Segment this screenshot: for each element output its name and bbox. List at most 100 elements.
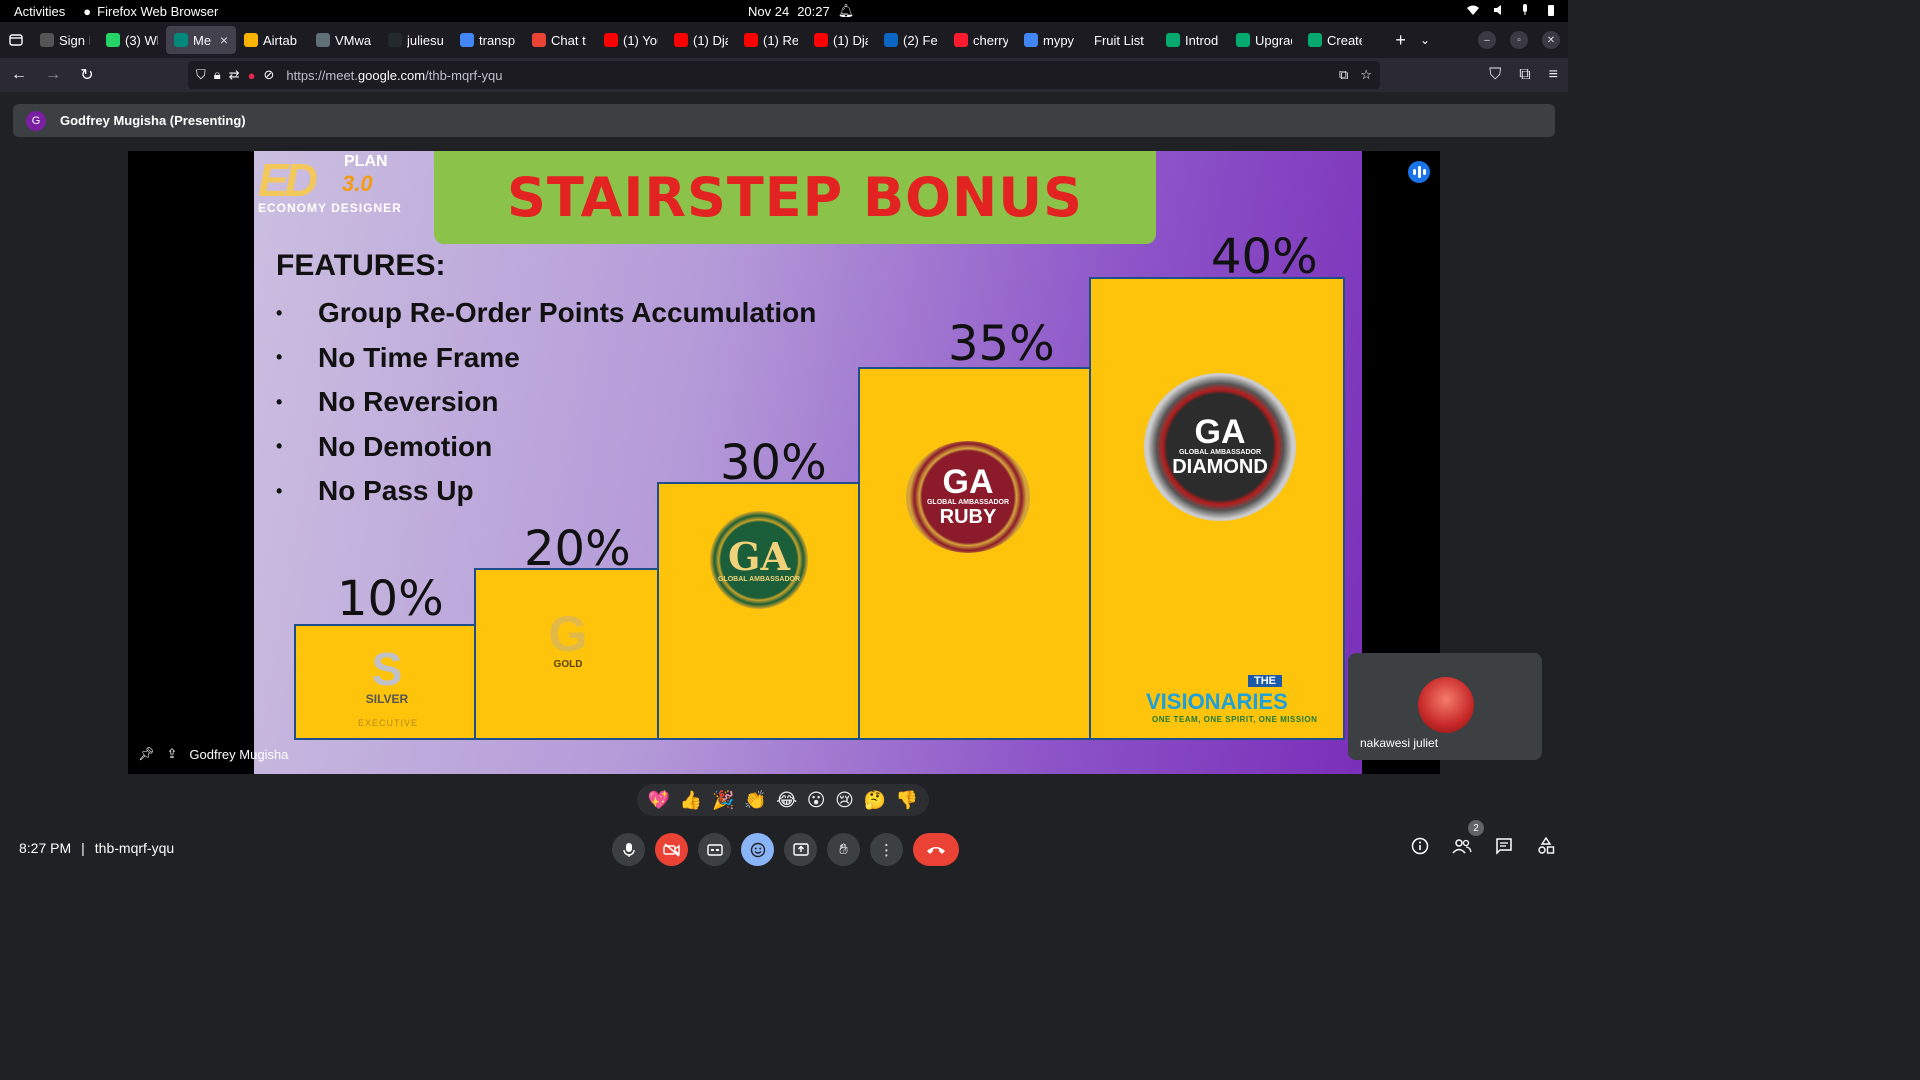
step-percent-label: 30% (720, 435, 827, 491)
whatsapp-icon (106, 33, 120, 47)
reload-icon[interactable]: ↻ (72, 60, 102, 90)
browser-tab[interactable]: cherry (946, 26, 1016, 54)
reaction-party[interactable]: 🎉 (712, 790, 734, 811)
volume-icon (1492, 3, 1506, 17)
reaction-clap[interactable]: 👏 (744, 790, 766, 811)
participant-tile[interactable]: nakawesi juliet (1348, 653, 1542, 760)
generic-icon (40, 33, 54, 47)
browser-tab[interactable]: (1) Re (736, 26, 806, 54)
url-text[interactable]: https://meet.google.com/thb-mqrf-yqu (286, 68, 502, 83)
presenting-label: Godfrey Mugisha (Presenting) (60, 113, 246, 128)
screen-share-icon[interactable]: ⧉ (1339, 67, 1348, 83)
reaction-laugh[interactable]: 😂 (776, 790, 797, 811)
browser-tab[interactable]: Fruit List (1086, 26, 1158, 54)
chat-icon[interactable] (1492, 834, 1516, 858)
google-icon (1024, 33, 1038, 47)
browser-tab[interactable]: (1) You (596, 26, 666, 54)
features-heading: FEATURES: (276, 249, 446, 282)
url-bar[interactable]: ⛉ 🔒︎ ⇄ ● ⊘ https://meet.google.com/thb-m… (188, 61, 1380, 89)
tab-list-icon[interactable] (0, 22, 32, 58)
reaction-thumbs-down[interactable]: 👎 (896, 790, 918, 811)
browser-tab[interactable]: Create (1300, 26, 1370, 54)
close-window-button[interactable]: ✕ (1542, 31, 1560, 49)
firefox-icon: ● (83, 3, 92, 19)
tab-label: cherry (973, 32, 1008, 48)
activities-icon[interactable] (1534, 834, 1558, 858)
browser-tab[interactable]: (2) Fee (876, 26, 946, 54)
new-tab-button[interactable]: + (1395, 30, 1406, 51)
google-icon (460, 33, 474, 47)
participant-name: nakawesi juliet (1360, 736, 1439, 750)
browser-tab[interactable]: Upgrad (1228, 26, 1300, 54)
system-tray[interactable] (1466, 3, 1558, 17)
w3-icon (1166, 33, 1180, 47)
presentation-stage[interactable]: ED PLAN 3.0 ECONOMY DESIGNER STAIRSTEP B… (128, 151, 1440, 774)
minimize-button[interactable]: – (1478, 31, 1496, 49)
mic-permission-icon[interactable]: ● (248, 68, 256, 83)
clock[interactable]: Nov 24 20:27 🔔︎ (748, 3, 854, 19)
more-options-icon[interactable]: ⋮ (870, 833, 903, 866)
browser-tab[interactable]: VMwa (308, 26, 380, 54)
extensions-icon[interactable]: ⧉ (1519, 66, 1530, 84)
browser-tab[interactable]: (3) Wh (98, 26, 166, 54)
pin-icon[interactable]: 📌︎ (138, 746, 155, 762)
browser-tab[interactable]: mypy (1016, 26, 1086, 54)
shield-icon[interactable]: ⛉ (196, 67, 206, 83)
pocket-icon[interactable]: ⛉ (1489, 66, 1501, 84)
list-item: • Group Re-Order Points Accumulation (276, 297, 817, 329)
list-all-tabs-icon[interactable]: ⌄ (1420, 33, 1430, 47)
maximize-button[interactable]: ▫ (1510, 31, 1528, 49)
activities-button[interactable]: Activities (0, 4, 79, 19)
menu-icon[interactable]: ≡ (1549, 66, 1558, 84)
reaction-surprised[interactable]: 😮 (807, 790, 826, 811)
clock-date: Nov 24 (748, 3, 790, 19)
browser-tab[interactable]: (1) Dja (806, 26, 876, 54)
browser-tab[interactable]: Introd (1158, 26, 1228, 54)
camera-off-icon[interactable] (655, 833, 688, 866)
lock-icon[interactable]: 🔒︎ (214, 67, 221, 83)
info-icon[interactable] (1408, 834, 1432, 858)
meet-window: G Godfrey Mugisha (Presenting) ED PLAN 3… (0, 92, 1568, 882)
app-menu[interactable]: ● Firefox Web Browser (83, 4, 218, 19)
browser-tab[interactable]: juliesu (380, 26, 452, 54)
silver-badge-subtitle: EXECUTIVE (358, 718, 419, 728)
silver-badge: S SILVER (365, 643, 409, 706)
browser-tab[interactable]: Sign In (32, 26, 98, 54)
present-to-all-icon[interactable]: ⇪ (167, 746, 178, 762)
browser-tab[interactable]: (1) Dja (666, 26, 736, 54)
back-icon[interactable]: ← (4, 60, 34, 90)
reaction-sad[interactable]: 😢 (835, 790, 854, 811)
people-icon[interactable]: 2 (1450, 820, 1484, 858)
tab-label: Chat t (551, 32, 586, 48)
leave-call-icon[interactable] (913, 833, 959, 866)
browser-tab[interactable]: Airtab (236, 26, 308, 54)
tab-label: (1) Dja (833, 32, 868, 48)
step-percent-label: 10% (337, 571, 444, 627)
microphone-icon (1518, 3, 1532, 17)
reaction-thinking[interactable]: 🤔 (864, 790, 886, 811)
forward-icon[interactable]: → (38, 60, 68, 90)
list-item: • No Reversion (276, 386, 499, 418)
step-percent-label: 35% (948, 316, 1055, 372)
browser-tab[interactable]: Mee × (166, 26, 236, 54)
microphone-icon[interactable] (612, 833, 645, 866)
emoji-icon[interactable] (741, 833, 774, 866)
browser-tab[interactable]: transp (452, 26, 524, 54)
bookmark-star-icon[interactable]: ☆ (1360, 67, 1372, 83)
speaking-indicator-icon (1408, 161, 1430, 183)
present-now-icon[interactable] (784, 833, 817, 866)
stage-presenter-name: Godfrey Mugisha (189, 746, 289, 762)
raise-hand-icon[interactable]: ✋︎ (827, 833, 860, 866)
browser-tab[interactable]: Chat t (524, 26, 596, 54)
w3-icon (1236, 33, 1250, 47)
permissions-icon[interactable]: ⇄ (229, 67, 240, 83)
reaction-heart[interactable]: 💖 (648, 790, 670, 811)
captions-icon[interactable] (698, 833, 731, 866)
linkedin-icon (884, 33, 898, 47)
battery-icon (1544, 3, 1558, 17)
call-controls: ✋︎ ⋮ (612, 833, 959, 866)
close-tab-icon[interactable]: × (220, 32, 228, 48)
reaction-thumbs-up[interactable]: 👍 (680, 790, 702, 811)
diamond-badge: GA GLOBAL AMBASSADOR DIAMOND (1144, 373, 1296, 521)
camera-blocked-icon[interactable]: ⊘ (263, 67, 274, 83)
